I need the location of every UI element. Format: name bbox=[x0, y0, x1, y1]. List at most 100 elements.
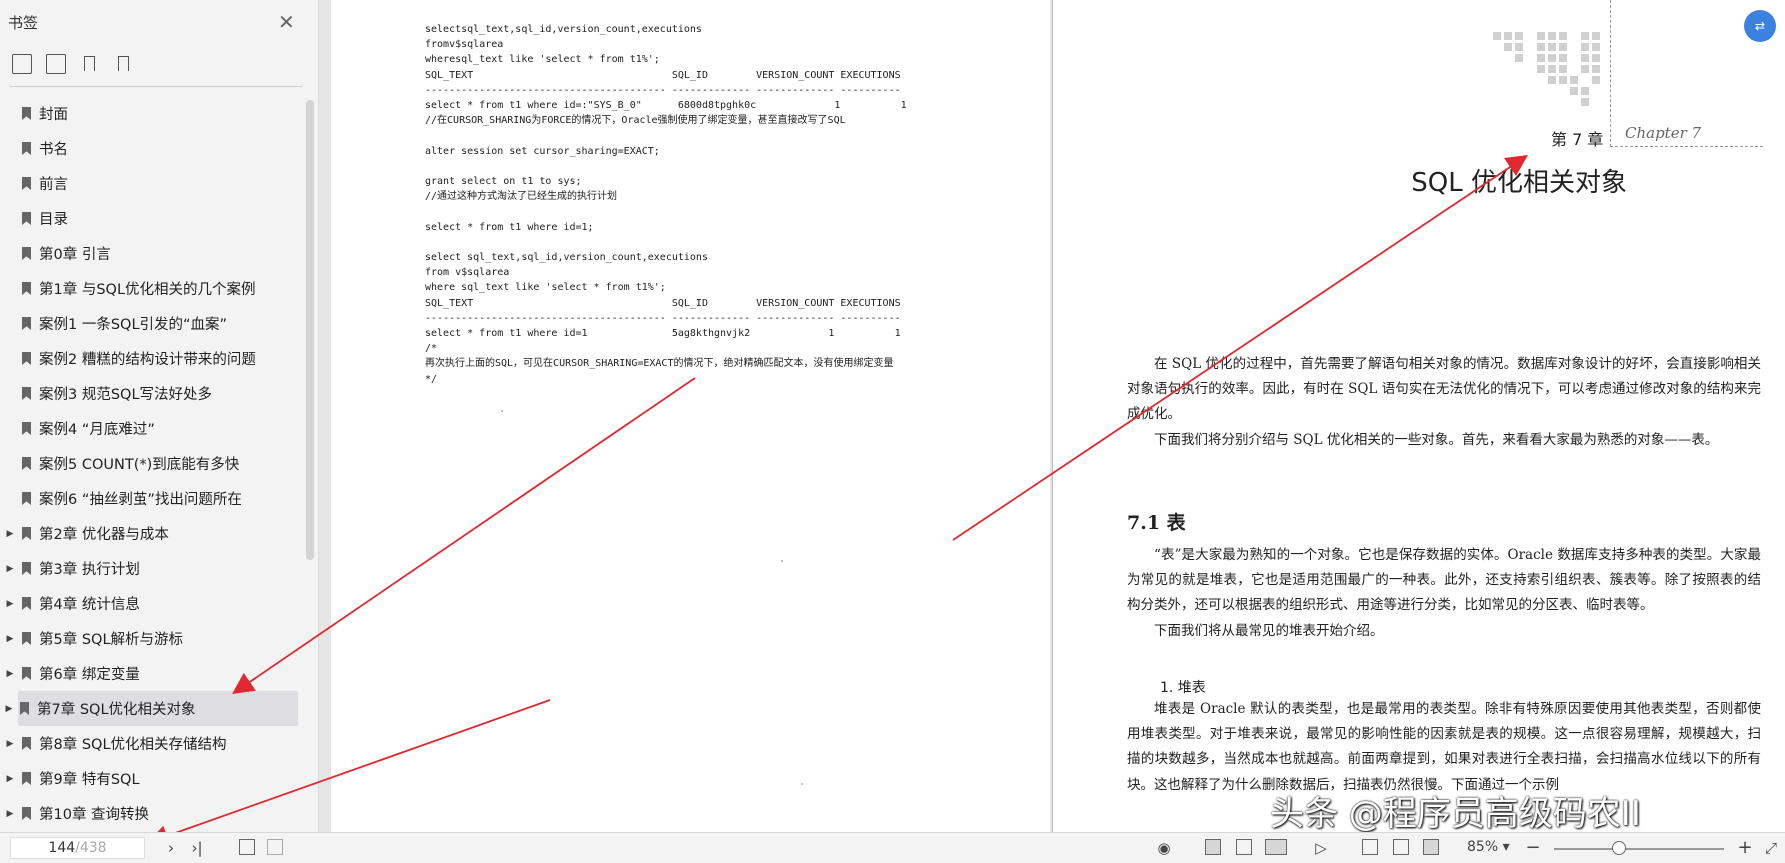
bookmark-item[interactable]: 第1章 与SQL优化相关的几个案例 bbox=[0, 271, 300, 306]
subheading: 1. 堆表 bbox=[1160, 680, 1206, 696]
bookmark-item[interactable]: 封面 bbox=[0, 96, 300, 131]
bookmark-icon bbox=[22, 387, 31, 400]
bookmark-list: 封面 书名 前言目录第0章 引言第1章 与SQL优化相关的几个案例案例1 一条SQL… bbox=[0, 96, 300, 831]
continuous-page-icon[interactable] bbox=[1236, 839, 1252, 855]
paragraph: 下面我们将从最常见的堆表开始介绍。 bbox=[1154, 622, 1384, 639]
bookmark-item[interactable]: ▶ 第6章 绑定变量 bbox=[0, 656, 300, 691]
bookmark-icon bbox=[22, 527, 31, 540]
decoration-square bbox=[1548, 43, 1556, 51]
paragraph: 堆表是 Oracle 默认的表类型，也是最常用的表类型。除非有特殊原因要使用其他… bbox=[1127, 701, 1761, 793]
two-page-icon[interactable] bbox=[1265, 839, 1287, 855]
bookmark-label: 第2章 优化器与成本 bbox=[39, 527, 169, 543]
bookmark-label: 案例6 “抽丝剥茧”找出问题所在 bbox=[39, 492, 242, 508]
bookmark-item[interactable]: 案例6 “抽丝剥茧”找出问题所在 bbox=[0, 481, 300, 516]
bookmark-item[interactable]: 前言 bbox=[0, 166, 300, 201]
bookmark-item[interactable]: 目录 bbox=[0, 201, 300, 236]
paragraph: “表”是大家最为熟知的一个对象。它也是保存数据的实体。Oracle 数据库支持多… bbox=[1127, 547, 1761, 614]
close-icon[interactable]: ✕ bbox=[278, 12, 295, 32]
bookmark-item[interactable]: 第0章 引言 bbox=[0, 236, 300, 271]
expand-arrow-icon[interactable]: ▶ bbox=[0, 809, 20, 819]
sidebar-scrollbar[interactable] bbox=[306, 100, 314, 560]
forward-icon[interactable] bbox=[267, 839, 283, 855]
decoration-square bbox=[1537, 32, 1545, 40]
zoom-out-icon[interactable]: − bbox=[1525, 838, 1541, 858]
play-icon[interactable]: ▷ bbox=[1311, 838, 1331, 858]
fit-width-icon[interactable] bbox=[1423, 839, 1439, 855]
zoom-slider[interactable] bbox=[1554, 848, 1724, 850]
bookmark-item[interactable]: ▶ 第7章 SQL优化相关对象 bbox=[6, 691, 298, 726]
bookmark-item[interactable]: 案例1 一条SQL引发的“血案” bbox=[0, 306, 300, 341]
bookmark-item[interactable]: ▶ 第2章 优化器与成本 bbox=[0, 516, 300, 551]
bookmark-item[interactable]: ▶ 第5章 SQL解析与游标 bbox=[0, 621, 300, 656]
bookmark-item[interactable]: 案例3 规范SQL写法好处多 bbox=[0, 376, 300, 411]
bookmark-label: 第3章 执行计划 bbox=[39, 562, 140, 578]
bookmark-label: 第9章 特有SQL bbox=[39, 772, 140, 788]
bookmark-item[interactable]: 案例2 糟糕的结构设计带来的问题 bbox=[0, 341, 300, 376]
bookmark-label: 第6章 绑定变量 bbox=[39, 667, 140, 683]
decoration-square bbox=[1581, 87, 1589, 95]
page-number-input[interactable]: 144/438 bbox=[10, 837, 145, 859]
single-page-icon[interactable] bbox=[1205, 839, 1221, 855]
bookmark-icon bbox=[22, 632, 31, 645]
fit-page-icon[interactable] bbox=[1393, 839, 1409, 855]
bookmark-label: 案例3 规范SQL写法好处多 bbox=[39, 387, 213, 403]
bookmark-icon bbox=[22, 457, 31, 470]
zoom-in-icon[interactable]: + bbox=[1737, 838, 1753, 858]
bookmark-icon[interactable] bbox=[114, 54, 134, 74]
decoration-square bbox=[1515, 32, 1523, 40]
expand-arrow-icon[interactable]: ▶ bbox=[0, 774, 20, 784]
next-page-icon[interactable]: › bbox=[163, 838, 179, 858]
add-bookmark-icon[interactable] bbox=[80, 54, 100, 74]
translate-icon[interactable]: ⇄ bbox=[1744, 10, 1776, 42]
paragraph: 下面我们将分别介绍与 SQL 优化相关的一些对象。首先，来看看大家最为熟悉的对象… bbox=[1154, 431, 1719, 448]
expand-arrow-icon[interactable]: ▶ bbox=[0, 634, 20, 644]
bookmark-label: 目录 bbox=[39, 212, 68, 228]
decoration-square bbox=[1592, 32, 1600, 40]
decoration-square bbox=[1559, 54, 1567, 62]
expand-arrow-icon[interactable]: ▶ bbox=[0, 564, 20, 574]
expand-arrow-icon[interactable]: ▶ bbox=[0, 704, 18, 714]
scan-dot bbox=[501, 410, 503, 412]
bookmark-icon bbox=[22, 107, 31, 120]
decoration-square bbox=[1548, 54, 1556, 62]
bookmark-item[interactable]: 案例5 COUNT(*)到底能有多快 bbox=[0, 446, 300, 481]
current-page: 144 bbox=[48, 840, 76, 856]
bookmark-item[interactable]: ▶ 第9章 特有SQL bbox=[0, 761, 300, 796]
decoration-square bbox=[1504, 32, 1512, 40]
zoom-level[interactable]: 85% ▾ bbox=[1467, 839, 1510, 855]
fullscreen-icon[interactable]: ⤢ bbox=[1762, 838, 1780, 858]
section-text: “表”是大家最为熟知的一个对象。它也是保存数据的实体。Oracle 数据库支持多… bbox=[1127, 543, 1761, 644]
document-viewer[interactable]: selectsql_text,sql_id,version_count,exec… bbox=[319, 0, 1785, 832]
expand-arrow-icon[interactable]: ▶ bbox=[0, 529, 20, 539]
bookmark-item[interactable]: ▶ 第4章 统计信息 bbox=[0, 586, 300, 621]
decoration-square bbox=[1515, 54, 1523, 62]
decoration-square bbox=[1592, 65, 1600, 73]
expand-all-icon[interactable] bbox=[12, 54, 32, 74]
collapse-all-icon[interactable] bbox=[46, 54, 66, 74]
expand-arrow-icon[interactable]: ▶ bbox=[0, 739, 20, 749]
expand-arrow-icon[interactable]: ▶ bbox=[0, 599, 20, 609]
last-page-icon[interactable]: ›| bbox=[188, 838, 206, 858]
bookmark-item[interactable]: 书名 bbox=[0, 131, 300, 166]
decoration-square bbox=[1559, 32, 1567, 40]
actual-size-icon[interactable] bbox=[1362, 839, 1378, 855]
bookmark-item[interactable]: 案例4 “月底难过” bbox=[0, 411, 300, 446]
eye-icon[interactable]: ◉ bbox=[1152, 838, 1176, 858]
left-page: selectsql_text,sql_id,version_count,exec… bbox=[331, 0, 1050, 832]
bookmark-item[interactable]: ▶ 第10章 查询转换 bbox=[0, 796, 300, 831]
bookmark-item[interactable]: ▶ 第8章 SQL优化相关存储结构 bbox=[0, 726, 300, 761]
bookmark-label: 第5章 SQL解析与游标 bbox=[39, 632, 184, 648]
expand-arrow-icon[interactable]: ▶ bbox=[0, 669, 20, 679]
bookmark-label: 第1章 与SQL优化相关的几个案例 bbox=[39, 282, 256, 298]
back-icon[interactable] bbox=[239, 839, 255, 855]
bookmark-icon bbox=[22, 212, 31, 225]
zoom-slider-handle[interactable] bbox=[1611, 841, 1626, 855]
bookmark-label: 第4章 统计信息 bbox=[39, 597, 140, 613]
bottom-toolbar: 144/438 › ›| ◉ ▷ 85% ▾ − + ⤢ bbox=[0, 832, 1785, 863]
decoration-square bbox=[1581, 43, 1589, 51]
bookmark-icon bbox=[22, 282, 31, 295]
bookmark-item[interactable]: ▶ 第3章 执行计划 bbox=[0, 551, 300, 586]
decoration-square bbox=[1592, 43, 1600, 51]
bookmark-label: 案例2 糟糕的结构设计带来的问题 bbox=[39, 352, 256, 368]
bookmark-icon bbox=[22, 422, 31, 435]
